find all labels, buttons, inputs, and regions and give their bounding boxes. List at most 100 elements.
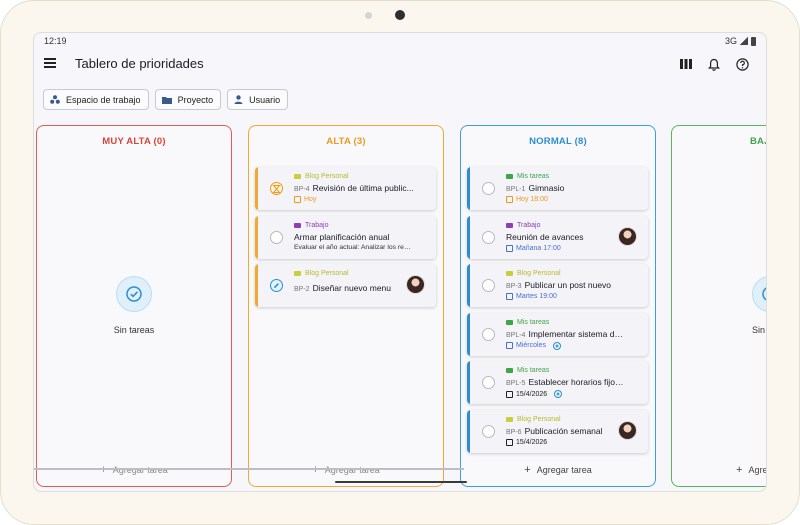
column-title: NORMAL (8) xyxy=(529,136,587,147)
priority-bar xyxy=(255,215,258,259)
column-title: MUY ALTA (0) xyxy=(102,136,166,147)
task-description: Evaluar el año actual: Analizar los resu… xyxy=(294,243,414,251)
gesture-handle[interactable] xyxy=(335,481,467,483)
signal-icon xyxy=(740,37,748,45)
view-columns-icon[interactable] xyxy=(678,56,694,72)
check-circle-icon xyxy=(116,276,152,312)
task-title: BPL-4 Implementar sistema de... xyxy=(506,328,626,339)
priority-bar xyxy=(255,167,258,210)
task-check[interactable] xyxy=(482,230,495,244)
task-category: Mis tareas xyxy=(506,367,549,374)
task-card[interactable]: Mis tareas BPL-4 Implementar sistema de..… xyxy=(467,312,648,356)
task-title: Reunión de avances xyxy=(506,231,584,242)
empty-state: Sin t xyxy=(752,276,766,335)
calendar-icon xyxy=(506,390,513,398)
add-task-button[interactable]: + Agregar tarea xyxy=(37,464,231,476)
task-due: 15/4/2026 xyxy=(506,390,563,398)
task-category: Blog Personal xyxy=(506,270,561,277)
add-task-label: Agre xyxy=(748,465,767,475)
priority-bar xyxy=(467,167,470,210)
task-card[interactable]: Mis tareas BPL-1 Gimnasio Hoy 18:00 xyxy=(467,167,648,210)
task-card[interactable]: Blog Personal BP-6 Publicación semanal 15… xyxy=(467,409,648,453)
add-task-label: Agregar tarea xyxy=(112,465,168,475)
add-task-button[interactable]: + Agregar tarea xyxy=(249,464,443,476)
task-category: Blog Personal xyxy=(506,416,561,423)
task-title: BP-3 Publicar un post nuevo xyxy=(506,280,612,290)
priority-board: MUY ALTA (0) Sin tareas + Agregar tarea … xyxy=(36,125,767,487)
folder-icon xyxy=(161,96,172,104)
recurring-icon xyxy=(552,341,561,350)
card-list: Blog Personal BP-4 Revisión de última pub… xyxy=(255,167,436,313)
filter-workspace-label: Espacio de trabajo xyxy=(66,94,141,105)
folder-icon xyxy=(506,319,513,325)
help-icon[interactable] xyxy=(734,56,750,72)
column-normal: NORMAL (8) Mis tareas BPL-1 Gimnasio Hoy … xyxy=(460,125,656,487)
filter-user-label: Usuario xyxy=(249,94,281,105)
bell-icon[interactable] xyxy=(706,56,722,72)
task-title: BP-6 Publicación semanal xyxy=(506,425,603,436)
filter-workspace[interactable]: Espacio de trabajo xyxy=(43,89,149,110)
app-bar: Tablero de prioridades xyxy=(34,49,766,79)
task-card[interactable]: Mis tareas BPL-5 Establecer horarios fijo… xyxy=(467,361,648,404)
add-task-button[interactable]: + Agre xyxy=(672,464,767,476)
add-task-label: Agregar tarea xyxy=(324,465,380,475)
workspace-icon xyxy=(50,95,60,104)
task-card[interactable]: Blog Personal BP-4 Revisión de última pub… xyxy=(255,167,436,210)
add-task-label: Agregar tarea xyxy=(536,465,592,475)
plus-icon: + xyxy=(312,464,319,476)
calendar-icon xyxy=(506,342,513,349)
status-icons: 3G xyxy=(725,36,756,46)
folder-icon xyxy=(506,222,513,228)
task-due: 15/4/2026 xyxy=(506,438,547,446)
plus-icon: + xyxy=(736,464,743,476)
folder-icon xyxy=(506,416,513,422)
filter-project[interactable]: Proyecto xyxy=(154,89,222,110)
priority-bar xyxy=(255,264,258,307)
status-bar: 12:19 3G xyxy=(34,33,766,49)
folder-icon xyxy=(294,271,301,276)
task-check[interactable] xyxy=(482,424,495,438)
avatar xyxy=(406,275,425,294)
priority-bar xyxy=(467,312,470,356)
folder-icon xyxy=(294,174,301,179)
calendar-icon xyxy=(506,438,513,446)
task-card[interactable]: Trabajo Armar planificación anual Evalua… xyxy=(255,215,436,259)
calendar-icon xyxy=(294,196,301,203)
page-title: Tablero de prioridades xyxy=(75,56,204,71)
column-high: ALTA (3) Blog Personal BP-4 Revisión de ú… xyxy=(248,125,444,487)
task-check[interactable] xyxy=(482,279,495,292)
task-check[interactable] xyxy=(482,182,495,195)
priority-bar xyxy=(467,409,470,453)
task-category: Trabajo xyxy=(506,222,540,229)
task-title: BPL-5 Establecer horarios fijos... xyxy=(506,377,626,387)
task-card[interactable]: Blog Personal BP-2 Diseñar nuevo menu xyxy=(255,264,436,307)
edit-check[interactable] xyxy=(270,279,283,292)
empty-state: Sin tareas xyxy=(37,276,231,335)
task-card[interactable]: Blog Personal BP-3 Publicar un post nuevo… xyxy=(467,264,648,307)
column-title: ALTA (3) xyxy=(326,136,366,147)
task-category: Mis tareas xyxy=(506,173,549,180)
network-label: 3G xyxy=(724,36,737,46)
avatar xyxy=(618,420,637,440)
task-title: BPL-1 Gimnasio xyxy=(506,183,565,193)
column-title: BAJ xyxy=(750,136,766,147)
menu-icon[interactable] xyxy=(44,58,56,68)
task-check[interactable] xyxy=(270,230,283,244)
add-task-button[interactable]: + Agregar tarea xyxy=(461,464,655,476)
calendar-icon xyxy=(506,244,513,252)
battery-icon xyxy=(751,36,756,46)
task-check[interactable] xyxy=(482,327,495,341)
filter-user[interactable]: Usuario xyxy=(227,89,289,110)
priority-bar xyxy=(467,215,470,259)
calendar-icon xyxy=(506,196,513,203)
task-category: Blog Personal xyxy=(294,173,349,180)
card-list: Mis tareas BPL-1 Gimnasio Hoy 18:00 Traba… xyxy=(467,167,648,458)
calendar-icon xyxy=(506,293,513,300)
in-progress-check[interactable] xyxy=(270,182,283,195)
top-actions xyxy=(678,56,750,72)
task-due: Hoy xyxy=(294,196,316,203)
task-check[interactable] xyxy=(482,376,495,389)
avatar xyxy=(618,226,637,246)
task-title: BP-2 Diseñar nuevo menu xyxy=(294,283,391,293)
task-card[interactable]: Trabajo Reunión de avances Mañana 17:00 xyxy=(467,215,648,259)
